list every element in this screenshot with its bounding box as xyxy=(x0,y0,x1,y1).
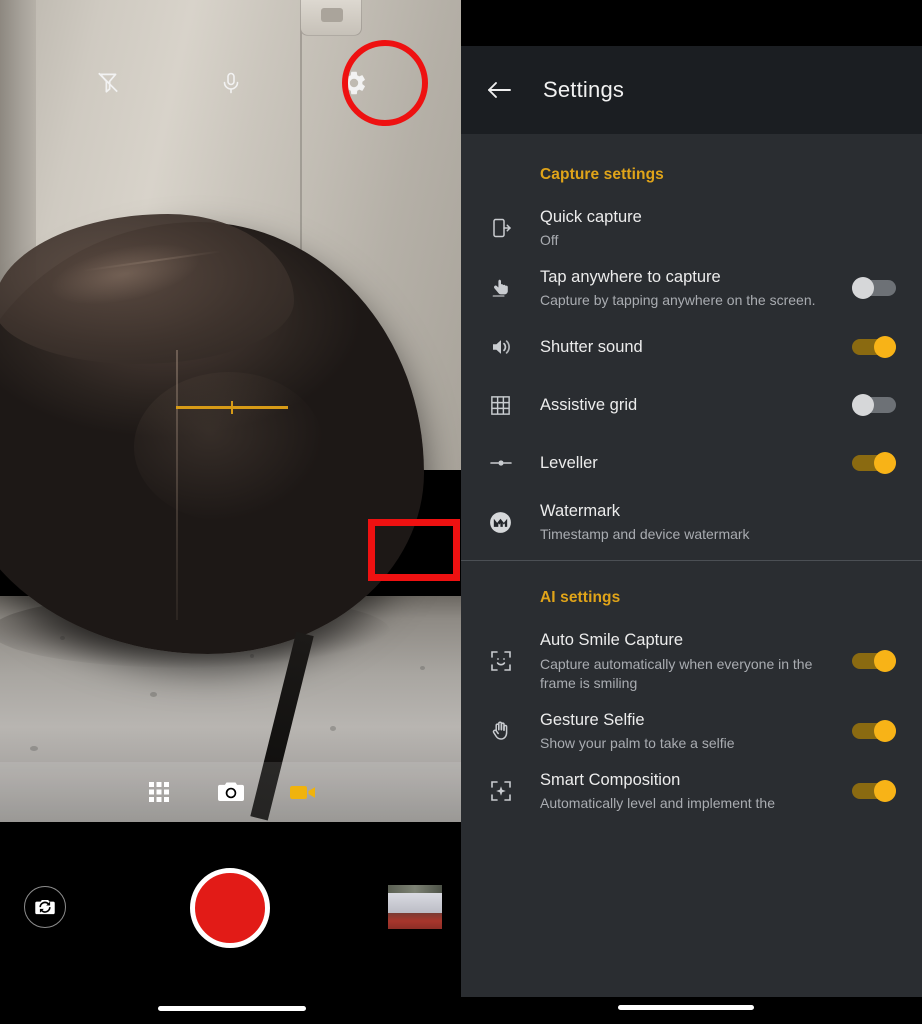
gallery-thumbnail[interactable] xyxy=(388,885,442,929)
grid-icon xyxy=(461,394,540,417)
quick-capture-icon xyxy=(461,216,540,240)
setting-description: Automatically level and implement the xyxy=(540,794,776,811)
home-indicator-left xyxy=(158,1006,306,1011)
row-text: Smart Composition Automatically level an… xyxy=(540,769,852,813)
leveller-icon xyxy=(461,451,540,475)
photo-mode-icon[interactable] xyxy=(214,775,248,809)
setting-title: Quick capture xyxy=(540,208,642,226)
setting-title: Leveller xyxy=(540,454,598,473)
section-header-ai-settings: AI settings xyxy=(540,589,621,607)
screenshot-root: Settings Capture settings Quick capture … xyxy=(0,0,922,1024)
setting-title: Tap anywhere to capture xyxy=(540,268,721,287)
row-text: Tap anywhere to capture Capture by tappi… xyxy=(540,266,852,310)
palm-icon xyxy=(461,719,540,743)
row-text: Auto Smile Capture Capture automatically… xyxy=(540,629,852,692)
tap-finger-icon xyxy=(461,276,540,300)
setting-title: Watermark xyxy=(540,502,621,521)
setting-description: Capture by tapping anywhere on the scree… xyxy=(540,292,816,309)
setting-description: Timestamp and device watermark xyxy=(540,526,750,543)
sparkle-frame-icon xyxy=(461,779,540,803)
setting-row-smart-composition[interactable]: Smart Composition Automatically level an… xyxy=(461,761,922,821)
more-modes-icon[interactable] xyxy=(142,775,176,809)
setting-value: Off xyxy=(540,232,559,249)
row-text: Gesture Selfie Show your palm to take a … xyxy=(540,709,852,753)
setting-row-leveller[interactable]: Leveller xyxy=(461,434,922,492)
setting-row-quick-capture[interactable]: Quick capture Off xyxy=(461,198,922,258)
smile-frame-icon xyxy=(461,649,540,673)
home-indicator-right xyxy=(618,1005,754,1010)
setting-row-assistive-grid[interactable]: Assistive grid xyxy=(461,376,922,434)
setting-row-gesture-selfie[interactable]: Gesture Selfie Show your palm to take a … xyxy=(461,701,922,761)
toggle-tap-anywhere-to-capture[interactable] xyxy=(852,277,896,300)
setting-title: Shutter sound xyxy=(540,338,643,357)
microphone-icon[interactable] xyxy=(209,61,253,105)
gear-highlight-annotation xyxy=(342,40,428,126)
leveller-indicator xyxy=(176,401,288,414)
settings-pane: Settings Capture settings Quick capture … xyxy=(461,0,922,1024)
row-text: Quick capture Off xyxy=(540,206,902,250)
page-title: Settings xyxy=(543,77,625,102)
setting-title: Assistive grid xyxy=(540,396,638,415)
row-text: Leveller xyxy=(540,452,852,474)
preview-wall-socket xyxy=(300,0,362,36)
navigation-bar xyxy=(461,997,922,1024)
setting-description: Show your palm to take a selfie xyxy=(540,734,735,751)
setting-title: Auto Smile Capture xyxy=(540,631,684,650)
section-header-capture-settings: Capture settings xyxy=(540,166,664,183)
video-mode-icon[interactable] xyxy=(286,775,320,809)
toggle-smart-composition[interactable] xyxy=(852,779,896,802)
back-arrow-icon[interactable] xyxy=(479,70,519,110)
motorola-logo-icon xyxy=(461,510,540,535)
setting-row-watermark[interactable]: Watermark Timestamp and device watermark xyxy=(461,492,922,552)
toggle-assistive-grid[interactable] xyxy=(852,394,896,417)
settings-list[interactable]: Capture settings Quick capture Off Tap a… xyxy=(461,134,922,1024)
setting-title: Gesture Selfie xyxy=(540,710,645,729)
setting-description: Capture automatically when everyone in t… xyxy=(540,655,813,691)
settings-app-bar: Settings xyxy=(461,46,922,134)
speaker-icon xyxy=(461,335,540,359)
toggle-leveller[interactable] xyxy=(852,452,896,475)
row-text: Assistive grid xyxy=(540,394,852,416)
setting-title: Smart Composition xyxy=(540,770,681,789)
record-shutter-button[interactable] xyxy=(190,868,270,948)
toggle-shutter-sound[interactable] xyxy=(852,336,896,359)
leveller-center-tick xyxy=(231,401,233,414)
flash-off-icon[interactable] xyxy=(86,61,130,105)
setting-row-shutter-sound[interactable]: Shutter sound xyxy=(461,318,922,376)
setting-row-tap-anywhere-to-capture[interactable]: Tap anywhere to capture Capture by tappi… xyxy=(461,258,922,318)
row-text: Shutter sound xyxy=(540,336,852,358)
camera-mode-strip xyxy=(0,762,461,822)
toggle-gesture-selfie[interactable] xyxy=(852,719,896,742)
setting-row-auto-smile-capture[interactable]: Auto Smile Capture Capture automatically… xyxy=(461,621,922,700)
camera-viewfinder-pane xyxy=(0,0,461,1024)
row-text: Watermark Timestamp and device watermark xyxy=(540,500,902,544)
toggle-auto-smile-capture[interactable] xyxy=(852,650,896,672)
status-bar xyxy=(461,0,922,46)
flip-camera-button[interactable] xyxy=(24,886,66,928)
